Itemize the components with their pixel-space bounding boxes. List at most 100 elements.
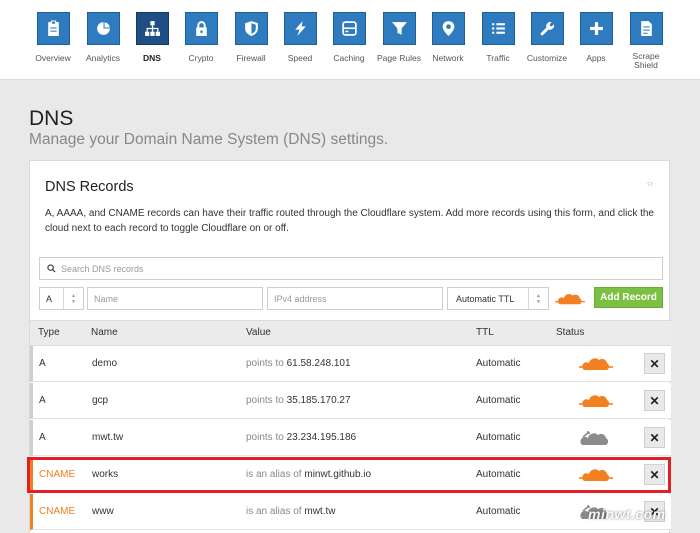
header-name[interactable]: Name [91,327,118,338]
record-type: A [39,432,46,443]
table-row: CNAME works is an alias of minwt.github.… [30,457,671,493]
record-name[interactable]: mwt.tw [92,432,123,443]
ipv4-input[interactable] [274,293,442,304]
value-prefix: points to [246,432,284,443]
value-prefix: points to [246,358,284,369]
nav-caching[interactable]: Caching [324,12,374,63]
search-box [39,257,663,280]
nav-analytics[interactable]: Analytics [78,12,128,63]
delete-record-button[interactable]: ✕ [644,427,665,448]
nav-overview[interactable]: Overview [28,12,78,63]
record-value[interactable]: is an alias of mwt.tw [246,506,335,517]
nav-apps[interactable]: Apps [571,12,621,63]
card-title: DNS Records [45,179,134,195]
nav-speed[interactable]: Speed [275,12,325,63]
value-prefix: is an alias of [246,506,302,517]
record-ttl[interactable]: Automatic [476,469,520,480]
value-field[interactable] [267,287,443,310]
nav-label: Crypto [188,53,214,63]
record-value[interactable]: is an alias of minwt.github.io [246,469,371,480]
nav-firewall[interactable]: Firewall [226,12,276,63]
value-target: minwt.github.io [304,469,372,480]
nav-label: Analytics [85,53,120,63]
record-value[interactable]: points to 23.234.195.186 [246,432,356,443]
cloud-toggle-icon[interactable] [554,292,586,306]
table-row: CNAME www is an alias of mwt.tw Automati… [30,494,671,530]
name-field[interactable] [87,287,263,310]
watermark: minwt.com [588,506,666,522]
list-icon [481,12,515,45]
nav-crypto[interactable]: Crypto [176,12,226,63]
value-prefix: is an alias of [246,469,302,480]
wrench-icon [530,12,564,45]
nav-label: Speed [287,53,313,63]
nav-label: Apps [586,53,606,63]
filter-icon [382,12,416,45]
table-row: A demo points to 61.58.248.101 Automatic… [30,346,671,382]
nav-network[interactable]: Network [423,12,473,63]
nav-label: Page Rules [377,53,421,63]
nav-label: Network [432,53,464,63]
record-name[interactable]: demo [92,358,117,369]
page-title: DNS [29,107,74,130]
record-ttl[interactable]: Automatic [476,506,520,517]
record-type-select[interactable]: A ▲ ▼ [39,287,84,310]
record-type: A [39,358,46,369]
value-prefix: points to [246,395,284,406]
header-ttl[interactable]: TTL [476,327,494,338]
search-icon [47,264,56,273]
ttl-value: Automatic TTL [456,293,515,304]
delete-record-button[interactable]: ✕ [644,464,665,485]
cloud-on-icon[interactable] [579,355,613,373]
nav-page-rules[interactable]: Page Rules [374,12,424,63]
nav-dns[interactable]: DNS [127,12,177,63]
document-icon [629,12,663,45]
nav-label: Customize [526,53,568,63]
lock-icon [184,12,218,45]
nav-label: Caching [333,53,365,63]
record-ttl[interactable]: Automatic [476,432,520,443]
ttl-select[interactable]: Automatic TTL ▲ ▼ [447,287,549,310]
header-value[interactable]: Value [246,327,271,338]
card-description: A, AAAA, and CNAME records can have thei… [45,208,654,234]
nav-traffic[interactable]: Traffic [473,12,523,63]
table-header: Type Name Value TTL Status [30,320,671,346]
record-value[interactable]: points to 35.185.170.27 [246,395,351,406]
collapse-icon[interactable]: ‹› [647,178,653,188]
record-ttl[interactable]: Automatic [476,358,520,369]
lightning-icon [283,12,317,45]
value-target: 35.185.170.27 [286,395,351,406]
table-row: A mwt.tw points to 23.234.195.186 Automa… [30,420,671,456]
delete-record-button[interactable]: ✕ [644,353,665,374]
delete-record-button[interactable]: ✕ [644,390,665,411]
name-input[interactable] [94,293,262,304]
header-status[interactable]: Status [556,327,584,338]
ttl-stepper-icon[interactable]: ▲ ▼ [528,288,548,309]
type-stepper-icon[interactable]: ▲ ▼ [63,288,83,309]
map-pin-icon [431,12,465,45]
value-target: 23.234.195.186 [286,432,357,443]
cloud-off-icon[interactable] [579,429,613,447]
network-icon [135,12,169,45]
record-type: A [39,395,46,406]
top-navigation: Overview Analytics DNS Crypto Firewall S… [0,0,700,80]
record-name[interactable]: works [92,469,118,480]
record-ttl[interactable]: Automatic [476,395,520,406]
header-type[interactable]: Type [38,327,60,338]
clipboard-icon [36,12,70,45]
record-name[interactable]: gcp [92,395,108,406]
shield-icon [234,12,268,45]
add-record-button[interactable]: Add Record [594,287,663,308]
dns-records-card: DNS Records ‹› A, AAAA, and CNAME record… [29,160,671,533]
record-name[interactable]: www [92,506,114,517]
search-input[interactable] [61,263,651,274]
page-subtitle: Manage your Domain Name System (DNS) set… [29,131,389,148]
record-value[interactable]: points to 61.58.248.101 [246,358,351,369]
nav-customize[interactable]: Customize [522,12,572,63]
nav-scrape-shield[interactable]: Scrape Shield [621,12,671,70]
cloud-on-icon[interactable] [579,392,613,410]
add-record-form: A ▲▼ Automatic TTL ▲▼ Add Record [30,287,671,311]
table-row: A gcp points to 35.185.170.27 Automatic … [30,383,671,419]
cloud-on-icon[interactable] [579,466,613,484]
value-target: mwt.tw [304,506,336,517]
